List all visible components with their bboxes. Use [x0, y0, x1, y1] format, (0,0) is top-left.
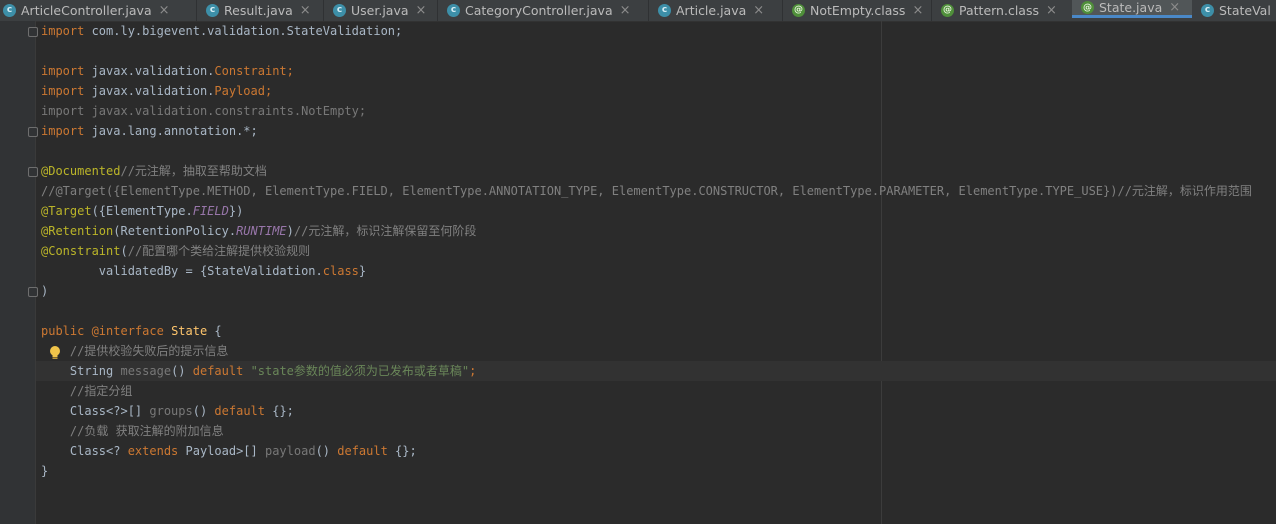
code-line-4: import javax.validation.Payload;	[41, 84, 273, 98]
fold-marker[interactable]	[28, 287, 38, 297]
class-icon: c	[206, 3, 219, 17]
code-line-19-comment: //指定分组	[41, 384, 133, 398]
close-icon[interactable]: ×	[159, 3, 170, 18]
tab-label: ArticleController.java	[21, 2, 152, 18]
close-icon[interactable]: ×	[416, 3, 427, 18]
code-line-21-comment: //负载 获取注解的附加信息	[41, 424, 224, 438]
tab-label: State.java	[1099, 0, 1163, 15]
code-line-8: @Documented//元注解，抽取至帮助文档	[41, 164, 267, 178]
close-icon[interactable]: ×	[753, 3, 764, 18]
tab-label: User.java	[351, 2, 409, 18]
tab-separator	[931, 0, 932, 21]
tab-state-validation[interactable]: c StateVal	[1201, 0, 1271, 20]
tab-notempty[interactable]: @ NotEmpty.class ×	[792, 0, 923, 20]
fold-marker[interactable]	[28, 167, 38, 177]
tab-separator	[196, 0, 197, 21]
code-line-23: }	[41, 464, 49, 478]
annotation-icon: @	[941, 3, 954, 17]
code-line-20: Class<?>[] groups() default {};	[41, 404, 294, 418]
code-line-12: @Constraint(//配置哪个类给注解提供校验规则	[41, 244, 311, 258]
code-line-13: validatedBy = {StateValidation.class}	[41, 264, 367, 278]
annotation-icon: @	[792, 3, 805, 17]
tab-article[interactable]: c Article.java ×	[658, 0, 764, 20]
tab-user[interactable]: c User.java ×	[333, 0, 426, 20]
tab-label: Pattern.class	[959, 2, 1039, 18]
close-icon[interactable]: ×	[1169, 0, 1180, 15]
close-icon[interactable]: ×	[912, 3, 923, 18]
code-line-17-comment: //提供校验失败后的提示信息	[41, 344, 229, 358]
code-line-18: String message() default "state参数的值必须为已发…	[41, 364, 477, 378]
tab-label: StateVal	[1219, 2, 1271, 18]
close-icon[interactable]: ×	[300, 3, 311, 18]
code-line-14: )	[41, 284, 49, 298]
code-line-6: import java.lang.annotation.*;	[41, 124, 258, 138]
fold-marker[interactable]	[28, 127, 38, 137]
tab-label: CategoryController.java	[465, 2, 613, 18]
tab-separator	[648, 0, 649, 21]
right-margin-guide	[881, 21, 882, 524]
code-line-11: @Retention(RetentionPolicy.RUNTIME)//元注解…	[41, 224, 477, 238]
code-line-1: import com.ly.bigevent.validation.StateV…	[41, 24, 403, 38]
editor-gutter[interactable]	[0, 21, 36, 524]
tab-label: Result.java	[224, 2, 293, 18]
class-icon: c	[658, 3, 671, 17]
tab-result[interactable]: c Result.java ×	[206, 0, 311, 20]
tab-category-controller[interactable]: c CategoryController.java ×	[447, 0, 631, 20]
class-icon: c	[333, 3, 346, 17]
editor-tab-bar: c ArticleController.java × c Result.java × c…	[0, 0, 1276, 22]
class-icon: c	[1201, 3, 1214, 17]
tab-state[interactable]: @ State.java ×	[1072, 0, 1192, 18]
close-icon[interactable]: ×	[620, 3, 631, 18]
code-line-5-unused-import: import javax.validation.constraints.NotE…	[41, 104, 367, 118]
code-line-9-comment: //@Target({ElementType.METHOD, ElementTy…	[41, 184, 1252, 198]
code-line-16: public @interface State {	[41, 324, 222, 338]
code-line-22: Class<? extends Payload>[] payload() def…	[41, 444, 417, 458]
code-line-10: @Target({ElementType.FIELD})	[41, 204, 244, 218]
tab-article-controller[interactable]: c ArticleController.java ×	[3, 0, 170, 20]
class-icon: c	[3, 3, 16, 17]
close-icon[interactable]: ×	[1046, 3, 1057, 18]
tab-separator	[782, 0, 783, 21]
code-line-3: import javax.validation.Constraint;	[41, 64, 294, 78]
fold-marker[interactable]	[28, 27, 38, 37]
annotation-icon: @	[1081, 1, 1094, 14]
tab-separator	[437, 0, 438, 21]
tab-pattern[interactable]: @ Pattern.class ×	[941, 0, 1057, 20]
class-icon: c	[447, 3, 460, 17]
tab-label: NotEmpty.class	[810, 2, 906, 18]
tab-separator	[323, 0, 324, 21]
tab-label: Article.java	[676, 2, 747, 18]
